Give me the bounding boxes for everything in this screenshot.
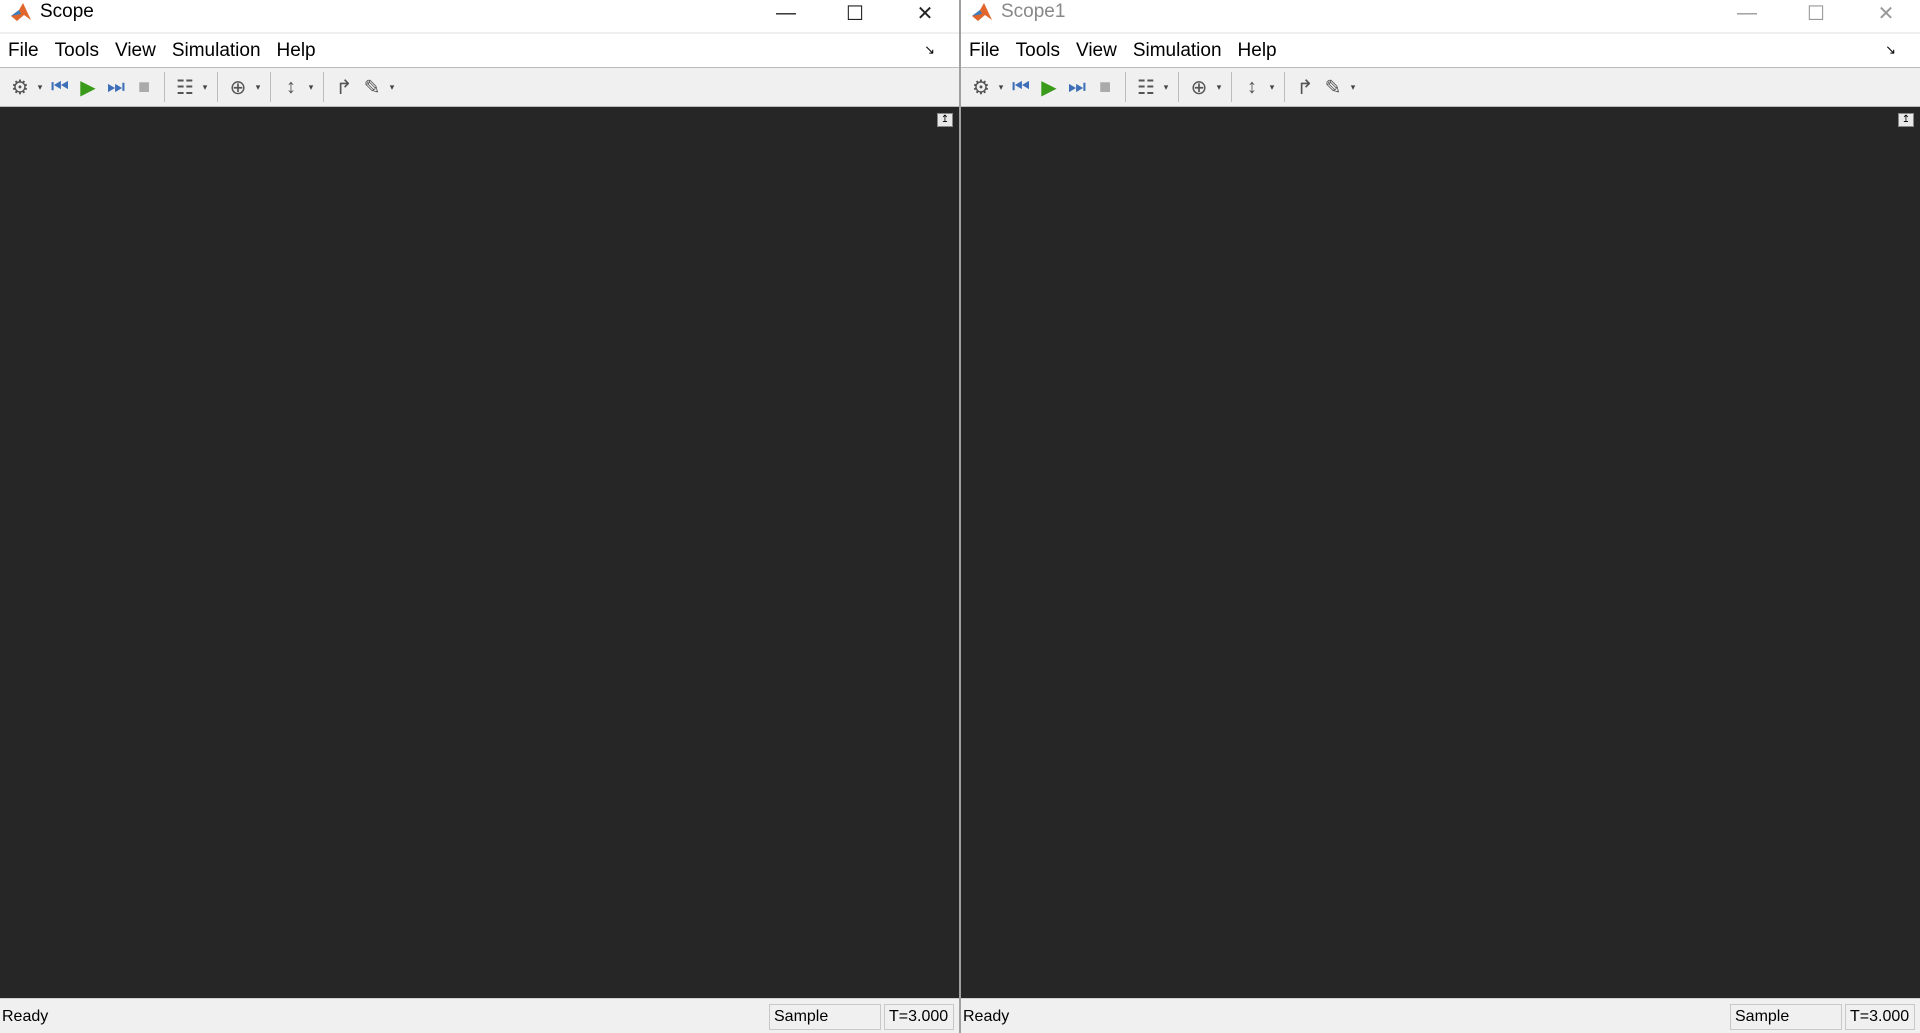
step-forward-icon[interactable]: ⏭ [1063,73,1091,101]
menu-tools[interactable]: Tools [1016,40,1060,62]
dropdown-arrow-icon[interactable]: ▾ [1213,82,1225,93]
toolbar-separator [1178,72,1179,102]
minimize-button[interactable]: — [766,0,806,26]
toolbar-separator [1231,72,1232,102]
scope1-window: 00.511.522.53-30-20-1001020 Scope1 — ☐ ✕… [961,0,1920,1033]
trigger-icon[interactable]: ↱ [1291,73,1319,101]
dropdown-arrow-icon[interactable]: ▾ [305,82,317,93]
dropdown-arrow-icon[interactable]: ▾ [252,82,264,93]
scope-axes [0,107,959,998]
step-back-icon[interactable]: ⏮ [1007,73,1035,101]
undock-icon[interactable]: ↘ [924,42,935,58]
step-back-icon[interactable]: ⏮ [46,73,74,101]
gear-icon[interactable]: ⚙ [6,73,34,101]
dropdown-arrow-icon[interactable]: ▾ [34,82,46,93]
menu-simulation[interactable]: Simulation [172,40,261,62]
dropdown-arrow-icon[interactable]: ▾ [199,82,211,93]
scope-plot-area: ↥ [0,107,959,998]
dropdown-arrow-icon[interactable]: ▾ [1160,82,1172,93]
menu-help[interactable]: Help [1238,40,1277,62]
toolbar-separator [323,72,324,102]
measurements-icon[interactable]: ✎ [358,73,386,101]
stop-icon[interactable]: ■ [130,73,158,101]
matlab-logo-icon: 00.511.522.53020406080100 [11,3,31,21]
menu-file[interactable]: File [969,40,1000,62]
trigger-icon[interactable]: ↱ [330,73,358,101]
scope-window: 00.511.522.53020406080100 Scope — ☐ ✕ Fi… [0,0,959,1033]
dropdown-arrow-icon[interactable]: ▾ [386,82,398,93]
toolbar-separator [164,72,165,102]
maximize-button[interactable]: ☐ [1796,0,1836,26]
signal-highlight-icon[interactable]: ☷ [171,73,199,101]
menu-view[interactable]: View [1076,40,1117,62]
window-title: Scope1 [1001,1,1066,22]
dropdown-arrow-icon[interactable]: ▾ [995,82,1007,93]
maximize-button[interactable]: ☐ [835,0,875,26]
minimize-button[interactable]: — [1727,0,1767,26]
status-bar: Ready Sample based T=3.000 [0,998,959,1033]
toolbar-separator [1125,72,1126,102]
gear-icon[interactable]: ⚙ [967,73,995,101]
menu-bar: File Tools View Simulation Help ↘ [0,34,959,67]
zoom-in-icon[interactable]: ⊕ [224,73,252,101]
menu-view[interactable]: View [115,40,156,62]
dropdown-arrow-icon[interactable]: ▾ [1266,82,1278,93]
status-time: T=3.000 [1845,1004,1915,1030]
menu-file[interactable]: File [8,40,39,62]
toolbar-separator [1284,72,1285,102]
run-icon[interactable]: ▶ [74,73,102,101]
toolbar: ⚙ ▾ ⏮ ▶ ⏭ ■ ☷ ▾ ⊕ ▾ ↕ ▾ ↱ ✎ ▾ [961,67,1920,107]
status-ready: Ready [2,1008,49,1025]
dropdown-arrow-icon[interactable]: ▾ [1347,82,1359,93]
status-mode: Sample based [1730,1004,1842,1033]
menu-help[interactable]: Help [277,40,316,62]
status-time: T=3.000 [884,1004,954,1030]
close-button[interactable]: ✕ [1866,0,1906,26]
menu-bar: File Tools View Simulation Help ↘ [961,34,1920,67]
title-bar: 00.511.522.53020406080100 Scope — ☐ ✕ [0,0,959,32]
toolbar-separator [217,72,218,102]
undock-axes-icon[interactable]: ↥ [1898,113,1914,127]
scope-axes [961,107,1920,998]
menu-simulation[interactable]: Simulation [1133,40,1222,62]
status-mode: Sample based [769,1004,881,1033]
run-icon[interactable]: ▶ [1035,73,1063,101]
autoscale-icon[interactable]: ↕ [277,73,305,101]
window-title: Scope [40,1,94,22]
status-bar: Ready Sample based T=3.000 [961,998,1920,1033]
measurements-icon[interactable]: ✎ [1319,73,1347,101]
status-ready: Ready [963,1008,1010,1025]
signal-highlight-icon[interactable]: ☷ [1132,73,1160,101]
title-bar: 00.511.522.53-30-20-1001020 Scope1 — ☐ ✕ [961,0,1920,32]
undock-axes-icon[interactable]: ↥ [937,113,953,127]
zoom-in-icon[interactable]: ⊕ [1185,73,1213,101]
step-forward-icon[interactable]: ⏭ [102,73,130,101]
stop-icon[interactable]: ■ [1091,73,1119,101]
undock-icon[interactable]: ↘ [1885,42,1896,58]
menu-tools[interactable]: Tools [55,40,99,62]
autoscale-icon[interactable]: ↕ [1238,73,1266,101]
toolbar-separator [270,72,271,102]
close-button[interactable]: ✕ [905,0,945,26]
scope-plot-area: ↥ [961,107,1920,998]
toolbar: ⚙ ▾ ⏮ ▶ ⏭ ■ ☷ ▾ ⊕ ▾ ↕ ▾ ↱ ✎ ▾ [0,67,959,107]
matlab-logo-icon: 00.511.522.53-30-20-1001020 [972,3,992,21]
